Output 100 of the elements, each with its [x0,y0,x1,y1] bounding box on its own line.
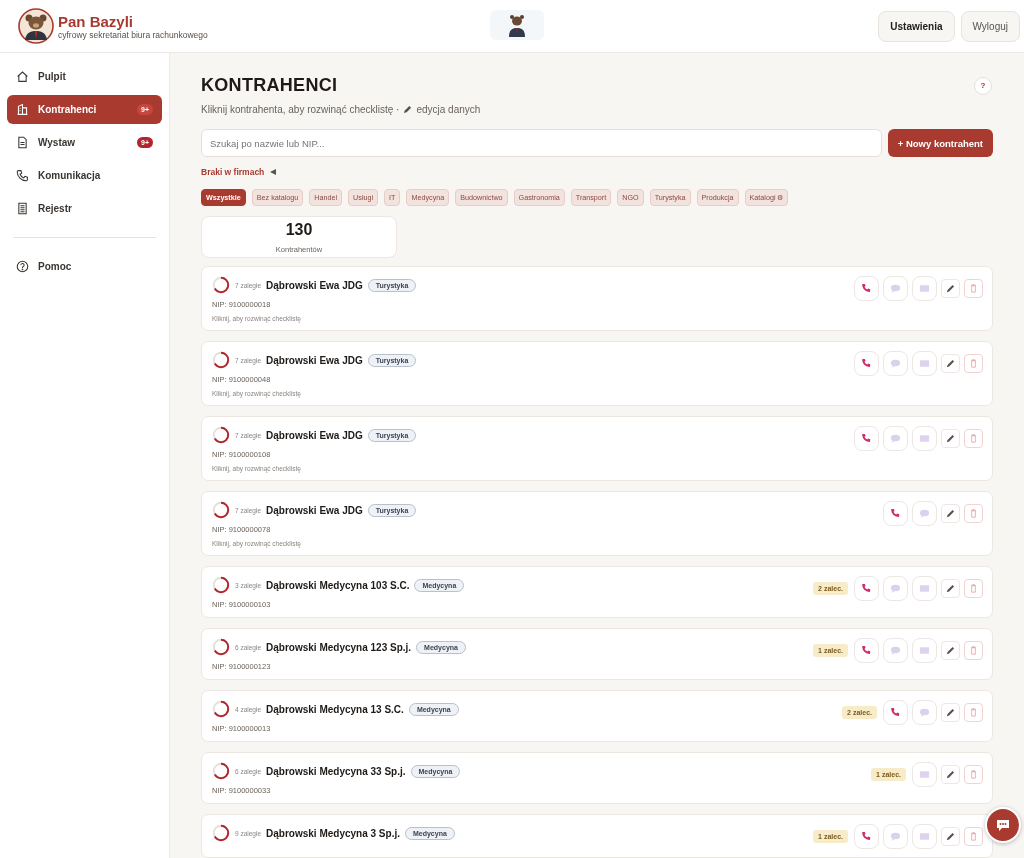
building-icon [16,103,29,116]
missing-toggle[interactable]: Braki w firmach [201,167,277,177]
document-icon [16,136,29,149]
progress-ring-icon [212,700,230,718]
pencil-icon [945,433,956,444]
progress-ring-icon [212,276,230,294]
contractor-name: Dąbrowski Medycyna 123 Sp.j. [266,641,412,653]
chat-button[interactable] [985,807,1021,843]
envelope-icon [919,831,930,842]
edit-button[interactable] [941,504,960,523]
new-contractor-button[interactable]: + Nowy kontrahent [887,129,993,157]
home-icon [16,70,29,83]
help-button[interactable]: ? [974,76,992,95]
logout-button[interactable]: Wyloguj [960,10,1020,42]
phone-icon [16,169,29,182]
phone-icon [890,707,901,718]
phone-icon [861,358,872,369]
sidebar-item[interactable]: Komunikacja [7,161,162,190]
speech-bubble-icon [890,358,901,369]
progress-ring-icon [212,501,230,519]
settings-button[interactable]: Ustawienia [878,10,955,42]
edit-button[interactable] [941,641,960,660]
help-icon [16,260,29,273]
pencil-icon [945,707,956,718]
envelope-icon [919,358,930,369]
pencil-icon [403,105,413,114]
phone-icon [861,583,872,594]
edit-button[interactable] [941,354,960,373]
pencil-icon [945,831,956,842]
trash-icon [968,283,979,294]
phone-icon [861,283,872,294]
caret-icon [270,169,277,175]
trash-icon [968,358,979,369]
envelope-icon [919,645,930,656]
progress-ring-icon [212,576,230,594]
trash-icon [968,583,979,594]
trash-icon [968,645,979,656]
call-button[interactable] [883,501,908,526]
contractor-name: Dąbrowski Ewa JDG [266,354,363,366]
contractor-name: Dąbrowski Ewa JDG [266,279,363,291]
speech-bubble-icon [890,433,901,444]
contractor-name: Dąbrowski Medycyna 13 S.C. [266,703,404,715]
page-subtitle: edycja danych [416,104,481,115]
progress-ring-icon [212,426,230,444]
edit-button[interactable] [941,827,960,846]
search-field[interactable]: Szukaj po nazwie lub NIP... [201,129,882,157]
brand-name: Pan Bazyli [58,12,135,30]
sidebar-item[interactable]: Pomoc [7,252,162,281]
page-title: KONTRAHENCI [201,75,338,96]
call-button[interactable] [854,276,879,301]
trash-icon [968,707,979,718]
trash-icon [968,769,979,780]
brand-tagline: cyfrowy sekretariat biura rachunkowego [58,29,208,40]
contractor-name: Dąbrowski Medycyna 3 Sp.j. [266,827,400,839]
pencil-icon [945,358,956,369]
call-button[interactable] [854,638,879,663]
contractor-name: Dąbrowski Ewa JDG [266,504,363,516]
stat-value: 130 [285,220,313,239]
list-icon [16,202,29,215]
envelope-icon [919,433,930,444]
pencil-icon [945,583,956,594]
edit-button[interactable] [941,579,960,598]
bear-icon [507,13,527,37]
call-button[interactable] [883,700,908,725]
envelope-icon [919,283,930,294]
envelope-icon [919,583,930,594]
speech-bubble-icon [919,707,930,718]
trash-icon [968,433,979,444]
speech-bubble-icon [890,583,901,594]
edit-button[interactable] [941,703,960,722]
edit-button[interactable] [941,765,960,784]
progress-ring-icon [212,638,230,656]
speech-bubble-icon [919,508,930,519]
edit-button[interactable] [941,279,960,298]
page-subtitle: Kliknij kontrahenta, aby rozwinąć checklistę · [201,104,400,115]
call-button[interactable] [854,824,879,849]
sidebar-item[interactable]: Pulpit [7,62,162,91]
sidebar-item[interactable]: Rejestr [7,194,162,223]
phone-icon [861,831,872,842]
chat-icon [995,817,1011,833]
phone-icon [861,433,872,444]
speech-bubble-icon [890,283,901,294]
phone-icon [890,508,901,519]
trash-icon [968,831,979,842]
progress-ring-icon [212,824,230,842]
bear-logo-icon [18,8,54,44]
call-button[interactable] [854,426,879,451]
pencil-icon [945,508,956,519]
pencil-icon [945,645,956,656]
call-button[interactable] [854,351,879,376]
progress-ring-icon [212,762,230,780]
contractor-name: Dąbrowski Medycyna 103 S.C. [266,579,410,591]
contractor-name: Dąbrowski Medycyna 33 Sp.j. [266,765,406,777]
pencil-icon [945,769,956,780]
call-button[interactable] [854,576,879,601]
trash-icon [968,508,979,519]
envelope-icon [919,769,930,780]
progress-ring-icon [212,351,230,369]
pencil-icon [945,283,956,294]
edit-button[interactable] [941,429,960,448]
